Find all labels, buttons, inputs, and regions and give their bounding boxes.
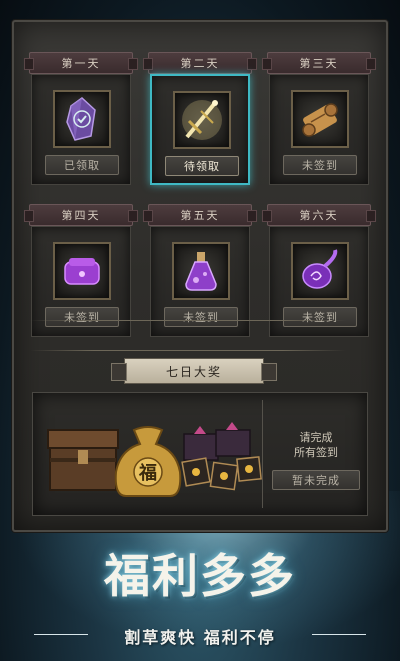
day-label: 第六天 (262, 204, 376, 226)
day-card-4[interactable]: 第四天 未签到 (24, 204, 138, 337)
item-slot (291, 90, 349, 148)
day-label: 第五天 (143, 204, 257, 226)
day-label: 第二天 (143, 52, 257, 74)
grand-prize-title: 七日大奖 (111, 358, 277, 384)
grand-prize-loot: 福 (44, 400, 264, 510)
item-slot (53, 90, 111, 148)
not-signed-button[interactable]: 未签到 (283, 155, 357, 175)
day-label: 第三天 (262, 52, 376, 74)
loot-bag-label: 福 (138, 462, 157, 484)
purple-pouch-icon (64, 258, 100, 285)
promo-subtitle: 割草爽快 福利不停 (124, 628, 276, 647)
day-body: 待领取 (150, 74, 250, 185)
grand-prize-status-button[interactable]: 暂未完成 (272, 470, 360, 490)
grand-prize-hint: 请完成 所有签到 (268, 430, 364, 460)
day-card-5[interactable]: 第五天 未签到 (143, 204, 257, 337)
item-slot (173, 91, 231, 149)
item-slot (53, 242, 111, 300)
claimed-button[interactable]: 已领取 (45, 155, 119, 175)
purple-sack-icon (302, 249, 338, 289)
not-signed-button[interactable]: 未签到 (283, 307, 357, 327)
item-slot (172, 242, 230, 300)
loot-bag-icon: 福 (114, 426, 182, 497)
day-card-6[interactable]: 第六天 未签到 (262, 204, 376, 337)
not-signed-button[interactable]: 未签到 (164, 307, 238, 327)
hint-line-1: 请完成 (299, 431, 333, 444)
day-card-3[interactable]: 第三天 未签到 (262, 52, 376, 185)
gem-crates-icon (181, 422, 262, 491)
section-divider (30, 350, 346, 351)
day-body: 未签到 (269, 74, 369, 185)
purple-crystal-icon (66, 97, 96, 141)
not-signed-button[interactable]: 未签到 (45, 307, 119, 327)
day-card-2[interactable]: 第二天 待领取 (143, 52, 257, 185)
claim-button[interactable]: 待领取 (165, 156, 239, 176)
golden-sword-icon (182, 100, 222, 140)
promo-title: 福利多多 (104, 549, 296, 603)
treasure-chest-icon (47, 429, 119, 491)
potion-bottle-icon (185, 252, 217, 291)
scroll-icon (302, 103, 338, 137)
hint-line-2: 所有签到 (294, 446, 338, 459)
day-body: 已领取 (31, 74, 131, 185)
day-label: 第一天 (24, 52, 138, 74)
day-label: 第四天 (24, 204, 138, 226)
section-divider (30, 320, 346, 321)
day-card-1[interactable]: 第一天 已领取 (24, 52, 138, 185)
item-slot (291, 242, 349, 300)
